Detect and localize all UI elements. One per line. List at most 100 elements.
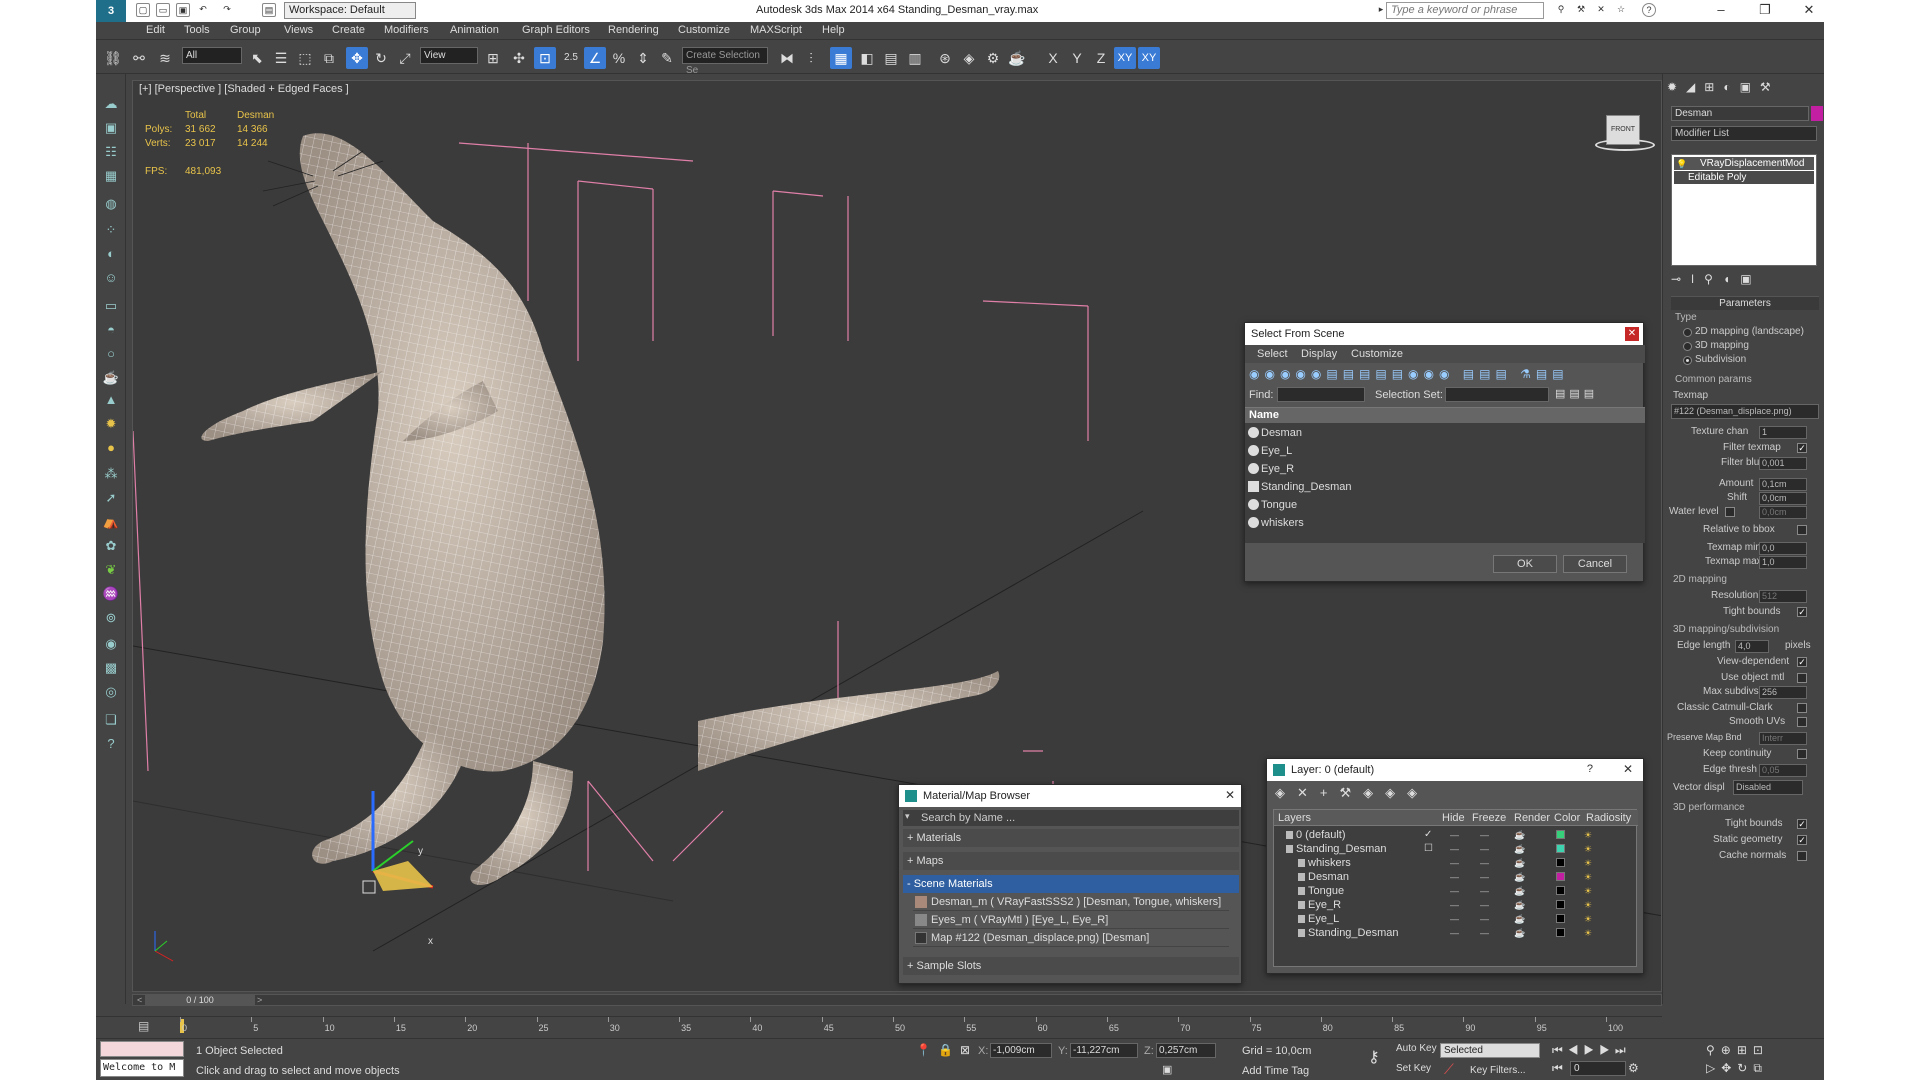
key-mode-dropdown[interactable]: Selected: [1440, 1043, 1540, 1058]
absolute-mode-icon[interactable]: ⊠: [960, 1043, 970, 1057]
layer-row[interactable]: Eye_R — — ☕ ☀: [1274, 898, 1638, 912]
binoculars-icon[interactable]: ⚲: [1554, 3, 1568, 17]
named-selection-dropdown[interactable]: Create Selection Se: [682, 47, 768, 76]
amount-spinner[interactable]: 0,1cm: [1759, 478, 1807, 491]
keyboard-shortcut-icon[interactable]: ⊡: [534, 47, 556, 69]
rect-selection-icon[interactable]: ⬚: [294, 47, 316, 69]
hide-toggle[interactable]: —: [1450, 828, 1459, 842]
list-item[interactable]: Tongue: [1245, 496, 1645, 514]
layer-row[interactable]: Desman — — ☕ ☀: [1274, 870, 1638, 884]
texmap-button[interactable]: #122 (Desman_displace.png): [1671, 404, 1819, 419]
menu-views[interactable]: Views: [284, 24, 313, 36]
keep-continuity-checkbox[interactable]: [1797, 749, 1807, 759]
sfs-selection-set-dropdown[interactable]: [1445, 387, 1549, 402]
vector-displ-dropdown[interactable]: Disabled: [1733, 780, 1803, 795]
minimize-icon[interactable]: –: [1706, 2, 1736, 17]
time-tag-icon[interactable]: ▣: [1162, 1063, 1172, 1076]
render-teapot-icon[interactable]: ☕: [1514, 870, 1525, 884]
project-folder-icon[interactable]: ▤: [262, 3, 276, 17]
menu-create[interactable]: Create: [332, 24, 365, 36]
edit-named-sets-icon[interactable]: ✎: [656, 47, 678, 69]
list-item[interactable]: Eyes_m ( VRayMtl ) [Eye_L, Eye_R]: [913, 911, 1229, 929]
layer-color-swatch[interactable]: [1556, 886, 1565, 895]
curve-editor-icon[interactable]: ▥: [904, 47, 926, 69]
ref-coord-dropdown[interactable]: View: [420, 47, 478, 64]
help-icon[interactable]: ?: [1642, 3, 1656, 17]
menu-customize[interactable]: Customize: [678, 24, 730, 36]
hide-toggle[interactable]: —: [1450, 870, 1459, 884]
water-level-spinner[interactable]: 0,0cm: [1759, 506, 1807, 519]
camera-icon[interactable]: ◐: [101, 244, 121, 264]
hide-toggle[interactable]: —: [1450, 884, 1459, 898]
viewport-label[interactable]: [+] [Perspective ] [Shaded + Edged Faces…: [139, 83, 349, 95]
list-item[interactable]: Eye_L: [1245, 442, 1645, 460]
cache-normals-checkbox[interactable]: [1797, 851, 1807, 861]
select-move-icon[interactable]: ✥: [346, 47, 368, 69]
hair-icon[interactable]: ♒: [101, 584, 121, 604]
hide-toggle[interactable]: —: [1450, 912, 1459, 926]
select-from-scene-title[interactable]: Select From Scene: [1245, 323, 1643, 345]
render-teapot-icon[interactable]: ☕: [1514, 926, 1525, 940]
x-coord-field[interactable]: -1,009cm: [990, 1043, 1052, 1058]
menu-maxscript[interactable]: MAXScript: [750, 24, 802, 36]
active-layer-check-icon[interactable]: ✓: [1424, 828, 1432, 842]
freeze-toggle[interactable]: —: [1480, 828, 1489, 842]
communication-icon[interactable]: ✕: [1594, 3, 1608, 17]
filter-texmap-checkbox[interactable]: ✓: [1797, 443, 1807, 453]
relative-bbox-checkbox[interactable]: [1797, 525, 1807, 535]
redo-icon[interactable]: ↷: [220, 3, 234, 17]
axis-xy-constraint-button[interactable]: XY: [1138, 47, 1160, 69]
menu-edit[interactable]: Edit: [146, 24, 165, 36]
save-icon[interactable]: ▣: [176, 3, 190, 17]
add-time-tag[interactable]: Add Time Tag: [1242, 1065, 1309, 1077]
object-name-field[interactable]: Desman: [1671, 106, 1809, 121]
unlink-icon[interactable]: ⚯: [128, 47, 150, 69]
texmap-max-spinner[interactable]: 1,0: [1759, 556, 1807, 569]
layer-help-button[interactable]: ?: [1587, 763, 1593, 775]
water-level-checkbox[interactable]: [1725, 507, 1735, 517]
freeze-toggle[interactable]: —: [1480, 884, 1489, 898]
material-icon[interactable]: ▩: [101, 658, 121, 678]
set-key-button[interactable]: Set Key: [1396, 1063, 1438, 1078]
layer-checkbox[interactable]: ☐: [1424, 842, 1433, 856]
layer-color-swatch[interactable]: [1556, 914, 1565, 923]
y-coord-field[interactable]: -11,227cm: [1070, 1043, 1138, 1058]
radiosity-icon[interactable]: ☀: [1584, 842, 1592, 856]
render-teapot-icon[interactable]: ☕: [1514, 856, 1525, 870]
home-icon[interactable]: ⌂: [1613, 81, 1619, 82]
shift-spinner[interactable]: 0,0cm: [1759, 492, 1807, 505]
time-config-icon[interactable]: ⚙: [1628, 1061, 1639, 1075]
render-setup-icon[interactable]: ⚙: [982, 47, 1004, 69]
percent-snap-icon[interactable]: %: [608, 47, 630, 69]
radiosity-icon[interactable]: ☀: [1584, 926, 1592, 940]
layer-row[interactable]: 0 (default) — — ☕ ☀ ✓: [1274, 828, 1638, 842]
max-subdivs-spinner[interactable]: 256: [1759, 686, 1807, 699]
image-icon[interactable]: ▣: [101, 118, 121, 138]
axis-x-button[interactable]: X: [1042, 47, 1064, 69]
layer-color-swatch[interactable]: [1556, 858, 1565, 867]
layer-manager-icon[interactable]: ◧: [856, 47, 878, 69]
radiosity-icon[interactable]: ☀: [1584, 870, 1592, 884]
box-icon[interactable]: ▭: [101, 296, 121, 316]
sphere-icon[interactable]: ◓: [101, 320, 121, 340]
freeze-toggle[interactable]: —: [1480, 842, 1489, 856]
stack-tools-icons[interactable]: ⊸ǀ⚲◖▣: [1671, 272, 1817, 290]
menu-modifiers[interactable]: Modifiers: [384, 24, 429, 36]
auto-key-button[interactable]: Auto Key: [1396, 1043, 1438, 1058]
close-icon[interactable]: ✕: [1625, 327, 1639, 341]
desman-model[interactable]: [201, 133, 1000, 886]
playback-controls-icons[interactable]: ⏮◀▶▶⏭: [1552, 1043, 1631, 1058]
layer-toolbar-icons[interactable]: ◈✕+⚒◈◈◈: [1275, 785, 1429, 801]
list-item[interactable]: Map #122 (Desman_displace.png) [Desman]: [913, 929, 1229, 947]
preserve-map-bnd-dropdown[interactable]: Interr: [1759, 732, 1807, 745]
leaf-icon[interactable]: ❦: [101, 560, 121, 580]
maxscript-input[interactable]: Welcome to M: [100, 1059, 184, 1077]
globe-icon[interactable]: ◍: [101, 194, 121, 214]
sfs-find-input[interactable]: [1277, 387, 1365, 402]
spinner-snap-icon[interactable]: ⇕: [632, 47, 654, 69]
undo-icon[interactable]: ↶: [196, 3, 210, 17]
render-teapot-icon[interactable]: ☕: [1514, 884, 1525, 898]
viewport-nav-icons[interactable]: ⚲⊕⊞⊡: [1706, 1043, 1769, 1057]
layer-row[interactable]: Eye_L — — ☕ ☀: [1274, 912, 1638, 926]
resolution-spinner[interactable]: 512: [1759, 590, 1807, 603]
